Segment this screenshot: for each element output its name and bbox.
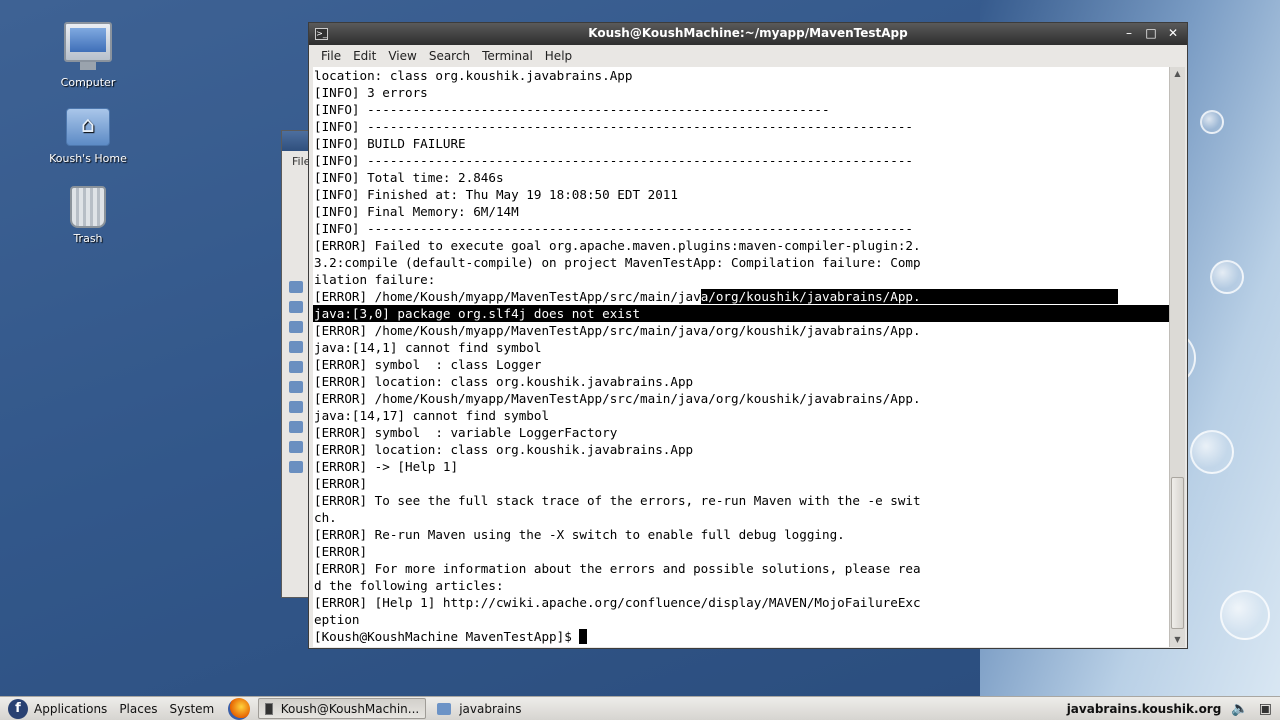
scroll-up-icon[interactable]: ▲ — [1170, 67, 1185, 81]
terminal-line: [ERROR] symbol : class Logger — [314, 357, 542, 372]
close-icon[interactable]: ✕ — [1165, 25, 1181, 41]
terminal-line: [INFO] Finished at: Thu May 19 18:08:50 … — [314, 187, 678, 202]
unselected-text: [ERROR] /home/Koush/myapp/MavenTestApp/s… — [314, 289, 701, 304]
firefox-launcher-icon[interactable] — [228, 697, 251, 720]
home-folder-icon — [66, 108, 110, 146]
terminal-line: java:[14,1] cannot find symbol — [314, 340, 542, 355]
terminal-line: [INFO] ---------------------------------… — [314, 119, 913, 134]
terminal-line: [INFO] ---------------------------------… — [314, 221, 913, 236]
terminal-line: [INFO] ---------------------------------… — [314, 102, 830, 117]
sidebar-folder-icon[interactable] — [289, 341, 303, 353]
desktop-icon-computer[interactable]: Computer — [43, 22, 133, 89]
terminal-menubar: File Edit View Search Terminal Help — [309, 45, 1187, 67]
terminal-line: eption — [314, 612, 360, 627]
terminal-line: [INFO] 3 errors — [314, 85, 428, 100]
system-tray: javabrains.koushik.org 🔈 ▣ — [1067, 701, 1280, 717]
terminal-line: ch. — [314, 510, 337, 525]
task-label: Koush@KoushMachin... — [280, 701, 420, 716]
places-menu[interactable]: Places — [113, 697, 163, 720]
desktop-icon-home[interactable]: Koush's Home — [43, 108, 133, 165]
task-button-javabrains[interactable]: javabrains — [430, 698, 596, 719]
sidebar-folder-icon[interactable] — [289, 281, 303, 293]
terminal-line: [INFO] ---------------------------------… — [314, 153, 913, 168]
desktop-icon-label: Computer — [60, 76, 116, 89]
menu-help[interactable]: Help — [539, 49, 578, 63]
task-button-terminal[interactable]: Koush@KoushMachin... — [258, 698, 427, 719]
bubble — [1220, 590, 1270, 640]
minimize-icon[interactable]: – — [1121, 25, 1137, 41]
bottom-panel: f Applications Places System Koush@Koush… — [0, 696, 1280, 720]
computer-icon — [64, 22, 112, 70]
terminal-line: [ERROR] — [314, 544, 368, 559]
text-cursor — [579, 629, 588, 644]
terminal-line: [INFO] Total time: 2.846s — [314, 170, 504, 185]
scrollbar-thumb[interactable] — [1171, 477, 1184, 629]
sidebar-folder-icon[interactable] — [289, 441, 303, 453]
watermark-site: javabrains.koushik.org — [1066, 701, 1222, 716]
terminal-line: java:[14,17] cannot find symbol — [314, 408, 550, 423]
bubble — [1210, 260, 1244, 294]
terminal-prompt-line[interactable]: [Koush@KoushMachine MavenTestApp]$ — [313, 628, 1169, 645]
terminal-line: ilation failure: — [314, 272, 436, 287]
terminal-line: [ERROR] To see the full stack trace of t… — [314, 493, 921, 508]
terminal-line: d the following articles: — [314, 578, 504, 593]
terminal-line-selected: java:[3,0] package org.slf4j does not ex… — [313, 305, 1169, 322]
bubble — [1200, 110, 1224, 134]
sidebar-folder-icon[interactable] — [289, 301, 303, 313]
terminal-scrollbar[interactable]: ▲ ▼ — [1169, 67, 1185, 647]
terminal-icon — [265, 702, 273, 715]
maximize-icon[interactable]: □ — [1143, 25, 1159, 41]
applications-menu[interactable]: Applications — [28, 697, 113, 720]
terminal-line: [ERROR] /home/Koush/myapp/MavenTestApp/s… — [314, 391, 921, 406]
bubble — [1190, 430, 1234, 474]
folder-icon — [437, 702, 452, 715]
menu-terminal[interactable]: Terminal — [476, 49, 539, 63]
terminal-line: [ERROR] Re-run Maven using the -X switch… — [314, 527, 845, 542]
system-menu[interactable]: System — [163, 697, 220, 720]
task-label: javabrains — [459, 701, 522, 716]
window-title: Koush@KoushMachine:~/myapp/MavenTestApp — [588, 26, 908, 40]
terminal-titlebar[interactable]: >_ Koush@KoushMachine:~/myapp/MavenTestA… — [309, 23, 1187, 45]
terminal-line: [ERROR] — [314, 476, 368, 491]
sidebar-folder-icon[interactable] — [289, 461, 303, 473]
scroll-down-icon[interactable]: ▼ — [1170, 633, 1185, 647]
terminal-line: [ERROR] [Help 1] http://cwiki.apache.org… — [314, 595, 921, 610]
trash-icon — [70, 186, 106, 228]
sidebar-folder-icon[interactable] — [289, 381, 303, 393]
sidebar-folder-icon[interactable] — [289, 361, 303, 373]
menu-file[interactable]: File — [315, 49, 347, 63]
volume-icon[interactable]: 🔈 — [1231, 701, 1248, 717]
terminal-line: [ERROR] Failed to execute goal org.apach… — [314, 238, 921, 253]
terminal-line-partially-selected: [ERROR] /home/Koush/myapp/MavenTestApp/s… — [313, 288, 1169, 305]
terminal-line: [ERROR] For more information about the e… — [314, 561, 921, 576]
terminal-window[interactable]: >_ Koush@KoushMachine:~/myapp/MavenTestA… — [308, 22, 1188, 649]
terminal-line: [ERROR] symbol : variable LoggerFactory — [314, 425, 618, 440]
terminal-line: 3.2:compile (default-compile) on project… — [314, 255, 921, 270]
desktop-icon-label: Trash — [73, 232, 103, 245]
shell-prompt: [Koush@KoushMachine MavenTestApp]$ — [314, 629, 580, 644]
terminal-line: location: class org.koushik.javabrains.A… — [314, 68, 633, 83]
sidebar-folder-icon[interactable] — [289, 401, 303, 413]
terminal-line: [INFO] Final Memory: 6M/14M — [314, 204, 519, 219]
terminal-line: [ERROR] location: class org.koushik.java… — [314, 442, 694, 457]
terminal-output[interactable]: location: class org.koushik.javabrains.A… — [313, 67, 1169, 647]
menu-edit[interactable]: Edit — [347, 49, 382, 63]
sidebar-folder-icon[interactable] — [289, 321, 303, 333]
terminal-line: [ERROR] location: class org.koushik.java… — [314, 374, 694, 389]
sidebar-folder-icon[interactable] — [289, 421, 303, 433]
terminal-line: [ERROR] /home/Koush/myapp/MavenTestApp/s… — [314, 323, 921, 338]
menu-search[interactable]: Search — [423, 49, 476, 63]
selected-text: a/org/koushik/javabrains/App. — [700, 289, 1118, 304]
terminal-line: [ERROR] -> [Help 1] — [314, 459, 459, 474]
network-icon[interactable]: ▣ — [1259, 701, 1272, 717]
fedora-logo-icon[interactable]: f — [8, 698, 28, 719]
desktop-icon-trash[interactable]: Trash — [43, 186, 133, 245]
desktop-icon-label: Koush's Home — [49, 152, 127, 165]
menu-view[interactable]: View — [382, 49, 422, 63]
terminal-line: [INFO] BUILD FAILURE — [314, 136, 466, 151]
